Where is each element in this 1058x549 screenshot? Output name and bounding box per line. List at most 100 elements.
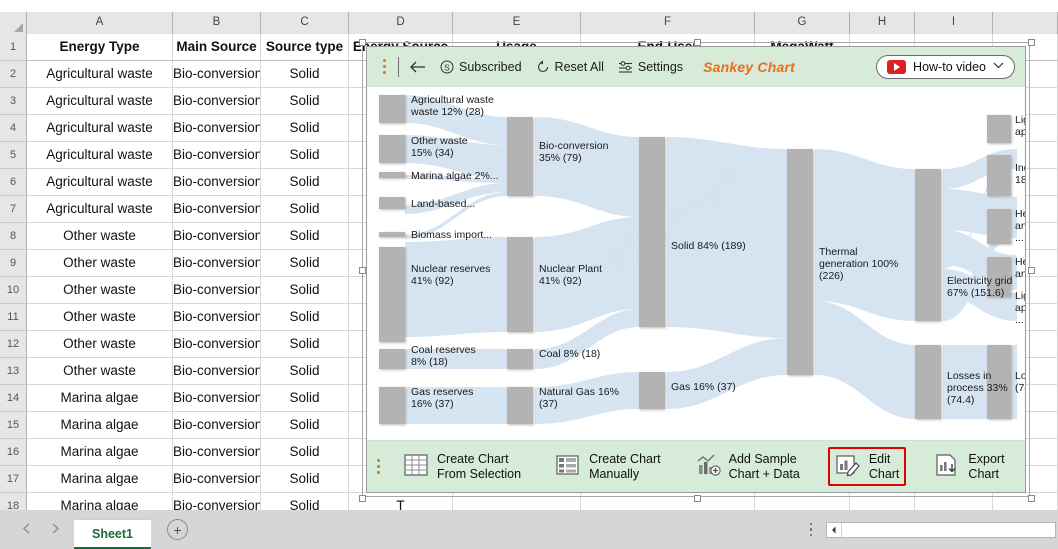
cell-a3[interactable]: Agricultural waste: [27, 88, 173, 114]
cell-c17[interactable]: Solid: [261, 466, 349, 492]
row-header-17[interactable]: 17: [0, 466, 27, 493]
cell-a5[interactable]: Agricultural waste: [27, 142, 173, 168]
cell-c7[interactable]: Solid: [261, 196, 349, 222]
cell-a14[interactable]: Marina algae: [27, 385, 173, 411]
cell-b3[interactable]: Bio-conversion: [173, 88, 261, 114]
chevron-down-icon[interactable]: [993, 61, 1004, 72]
sankey-chart-canvas[interactable]: PPCexpo: [367, 87, 1025, 440]
header-cell-b[interactable]: Main Source: [173, 34, 261, 60]
cell-b5[interactable]: Bio-conversion: [173, 142, 261, 168]
cell-b15[interactable]: Bio-conversion: [173, 412, 261, 438]
sheet-tab-sheet1[interactable]: Sheet1: [74, 519, 151, 549]
column-header-g[interactable]: G: [755, 12, 850, 34]
select-all-corner[interactable]: [0, 12, 27, 34]
cell-b9[interactable]: Bio-conversion: [173, 250, 261, 276]
row-header-11[interactable]: 11: [0, 304, 27, 331]
row-header-16[interactable]: 16: [0, 439, 27, 466]
cell-b14[interactable]: Bio-conversion: [173, 385, 261, 411]
create-chart-from-selection-button[interactable]: Create Chart From Selection: [397, 447, 527, 486]
cell-b8[interactable]: Bio-conversion: [173, 223, 261, 249]
export-chart-button[interactable]: Export Chart: [928, 447, 1010, 486]
row-header-8[interactable]: 8: [0, 223, 27, 250]
header-cell-c[interactable]: Source type: [261, 34, 349, 60]
scroll-left-icon[interactable]: [827, 522, 842, 537]
column-header-b[interactable]: B: [173, 12, 261, 34]
reset-all-button[interactable]: Reset All: [536, 60, 604, 74]
cell-a9[interactable]: Other waste: [27, 250, 173, 276]
cell-a13[interactable]: Other waste: [27, 358, 173, 384]
cell-c10[interactable]: Solid: [261, 277, 349, 303]
row-header-4[interactable]: 4: [0, 115, 27, 142]
cell-b16[interactable]: Bio-conversion: [173, 439, 261, 465]
cell-c13[interactable]: Solid: [261, 358, 349, 384]
cell-a7[interactable]: Agricultural waste: [27, 196, 173, 222]
cell-a4[interactable]: Agricultural waste: [27, 115, 173, 141]
horizontal-scroll-area[interactable]: [806, 521, 1058, 538]
cell-c5[interactable]: Solid: [261, 142, 349, 168]
cell-a10[interactable]: Other waste: [27, 277, 173, 303]
row-header-13[interactable]: 13: [0, 358, 27, 385]
horizontal-scrollbar[interactable]: [826, 521, 1056, 538]
row-header-9[interactable]: 9: [0, 250, 27, 277]
cell-c8[interactable]: Solid: [261, 223, 349, 249]
cell-c12[interactable]: Solid: [261, 331, 349, 357]
cell-a15[interactable]: Marina algae: [27, 412, 173, 438]
bottom-drag-handle-icon[interactable]: [377, 459, 380, 474]
cell-c4[interactable]: Solid: [261, 115, 349, 141]
column-header-a[interactable]: A: [27, 12, 173, 34]
create-chart-manually-button[interactable]: Create Chart Manually: [549, 447, 667, 486]
cell-c11[interactable]: Solid: [261, 304, 349, 330]
subscribed-button[interactable]: S Subscribed: [440, 60, 522, 74]
row-header-14[interactable]: 14: [0, 385, 27, 412]
row-header-5[interactable]: 5: [0, 142, 27, 169]
cell-a11[interactable]: Other waste: [27, 304, 173, 330]
how-to-video-button[interactable]: How-to video: [876, 54, 1015, 79]
row-header-2[interactable]: 2: [0, 61, 27, 88]
row-header-6[interactable]: 6: [0, 169, 27, 196]
cell-a17[interactable]: Marina algae: [27, 466, 173, 492]
column-header-i[interactable]: I: [915, 12, 993, 34]
cell-c6[interactable]: Solid: [261, 169, 349, 195]
cell-b10[interactable]: Bio-conversion: [173, 277, 261, 303]
cell-b2[interactable]: Bio-conversion: [173, 61, 261, 87]
column-header-d[interactable]: D: [349, 12, 453, 34]
cell-a6[interactable]: Agricultural waste: [27, 169, 173, 195]
cell-c9[interactable]: Solid: [261, 250, 349, 276]
cell-c15[interactable]: Solid: [261, 412, 349, 438]
cell-b17[interactable]: Bio-conversion: [173, 466, 261, 492]
column-header-e[interactable]: E: [453, 12, 581, 34]
column-header-c[interactable]: C: [261, 12, 349, 34]
cell-c2[interactable]: Solid: [261, 61, 349, 87]
back-button[interactable]: [409, 60, 426, 74]
cell-a12[interactable]: Other waste: [27, 331, 173, 357]
row-header-3[interactable]: 3: [0, 88, 27, 115]
cell-b7[interactable]: Bio-conversion: [173, 196, 261, 222]
header-cell-a[interactable]: Energy Type: [27, 34, 173, 60]
cell-b4[interactable]: Bio-conversion: [173, 115, 261, 141]
cell-b12[interactable]: Bio-conversion: [173, 331, 261, 357]
sankey-chart-addin-panel[interactable]: S Subscribed Reset All Settings Sankey C…: [366, 46, 1026, 493]
row-header-15[interactable]: 15: [0, 412, 27, 439]
add-sheet-button[interactable]: +: [167, 519, 188, 540]
column-header-h[interactable]: H: [850, 12, 915, 34]
cell-a16[interactable]: Marina algae: [27, 439, 173, 465]
cell-c3[interactable]: Solid: [261, 88, 349, 114]
cell-b13[interactable]: Bio-conversion: [173, 358, 261, 384]
edit-chart-button[interactable]: Edit Chart: [827, 446, 907, 487]
settings-button[interactable]: Settings: [618, 60, 683, 74]
cell-c14[interactable]: Solid: [261, 385, 349, 411]
cell-b6[interactable]: Bio-conversion: [173, 169, 261, 195]
column-header-f[interactable]: F: [581, 12, 755, 34]
column-header-j[interactable]: [993, 12, 1058, 34]
cell-c16[interactable]: Solid: [261, 439, 349, 465]
cell-a8[interactable]: Other waste: [27, 223, 173, 249]
row-header-12[interactable]: 12: [0, 331, 27, 358]
scroll-split-handle-icon[interactable]: [806, 522, 816, 537]
row-header-7[interactable]: 7: [0, 196, 27, 223]
sheet-nav-next-icon[interactable]: [51, 523, 60, 537]
drag-handle-icon[interactable]: [377, 59, 391, 74]
cell-a2[interactable]: Agricultural waste: [27, 61, 173, 87]
add-sample-chart-data-button[interactable]: Add Sample Chart + Data: [689, 447, 806, 486]
sheet-nav-arrows[interactable]: [0, 523, 74, 537]
row-header-1[interactable]: 1: [0, 34, 27, 61]
